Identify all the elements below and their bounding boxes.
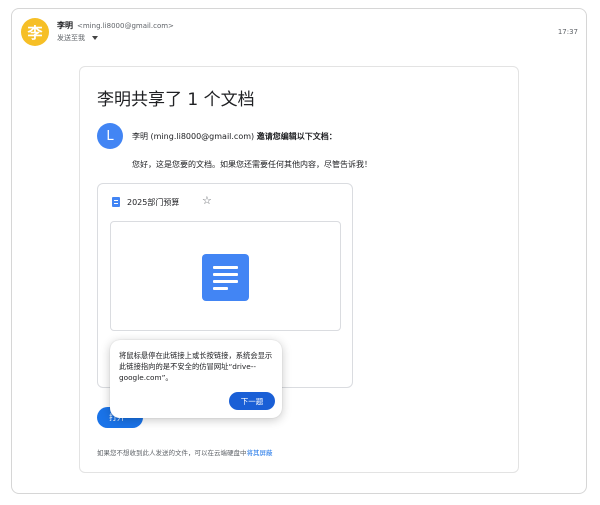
- document-name[interactable]: 2025部门预算: [127, 197, 179, 208]
- invite-name: 李明 (ming.li8000@gmail.com): [132, 132, 255, 141]
- invite-action: 邀请您编辑以下文档：: [256, 132, 337, 141]
- recipient-dropdown[interactable]: 发送至我: [57, 33, 98, 43]
- email-message: 您好，这是您要的文档。如果您还需要任何其他内容，尽管告诉我！: [132, 160, 372, 169]
- sent-to-label: 发送至我: [57, 34, 85, 42]
- footer-note: 如果您不想收到此人发送的文件，可以在云端硬盘中将其屏蔽: [97, 447, 273, 457]
- footer-text: 如果您不想收到此人发送的文件，可以在云端硬盘中: [97, 449, 247, 457]
- star-outline-icon[interactable]: ☆: [202, 194, 212, 207]
- next-question-button[interactable]: 下一题: [229, 392, 275, 410]
- sender-name: 李明: [57, 21, 73, 30]
- document-thumbnail[interactable]: [110, 221, 341, 331]
- sender-avatar: 李: [21, 18, 49, 46]
- invite-line: 李明 (ming.li8000@gmail.com) 邀请您编辑以下文档：: [132, 131, 337, 142]
- block-link[interactable]: 将其屏蔽: [247, 449, 273, 457]
- timestamp: 17:37: [557, 28, 578, 36]
- sender-line: 李明 <ming.li8000@gmail.com>: [57, 20, 174, 31]
- email-title: 李明共享了 1 个文档: [97, 90, 255, 110]
- phishing-tip-tooltip: 将鼠标悬停在此链接上或长按链接，系统会显示此链接指向的是不安全的仿冒网址“dri…: [110, 340, 282, 418]
- sender-email: <ming.li8000@gmail.com>: [77, 22, 174, 30]
- tooltip-text: 将鼠标悬停在此链接上或长按链接，系统会显示此链接指向的是不安全的仿冒网址“dri…: [119, 351, 273, 382]
- chevron-down-icon: [92, 36, 98, 40]
- google-docs-large-icon: [202, 254, 249, 301]
- sharer-avatar: L: [97, 123, 123, 149]
- google-docs-icon: [112, 197, 120, 207]
